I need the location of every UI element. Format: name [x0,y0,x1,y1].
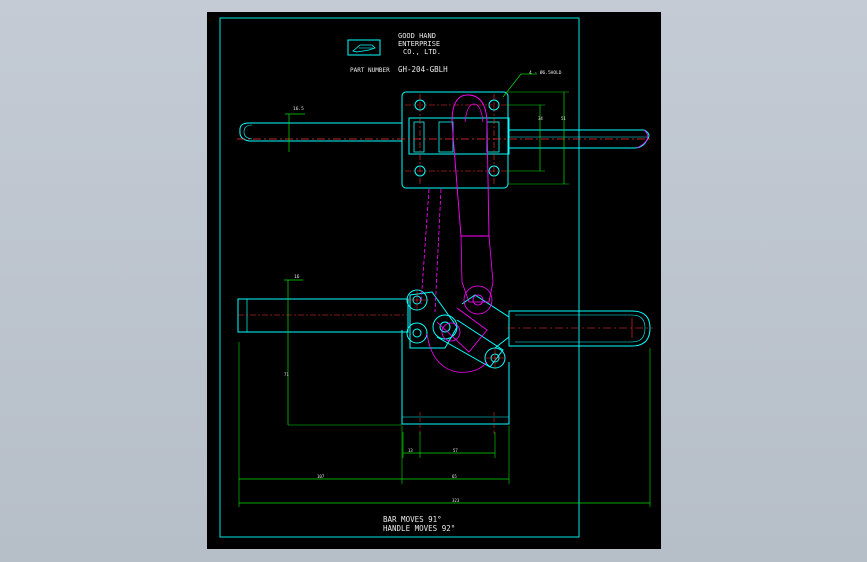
cad-viewport[interactable]: GOOD HAND ENTERPRISE CO., LTD. PART NUMB… [0,0,867,562]
part-number-label: PART NUMBER [350,67,390,74]
dim-hole-span: 57 [453,448,458,453]
part-number-value: GH-204-GBLH [398,65,448,74]
side-view [237,188,653,434]
mounting-holes [414,99,500,177]
dim-base-length: 65 [452,474,457,479]
company-logo [347,39,381,56]
clamp-drawing: GOOD HAND ENTERPRISE CO., LTD. PART NUMB… [219,17,653,538]
dim-overall-height: 71 [284,372,289,377]
drawing-sheet: GOOD HAND ENTERPRISE CO., LTD. PART NUMB… [207,12,661,549]
dim-mount-34: 34 [538,116,543,121]
dim-hole-gap: 13 [408,448,413,453]
dim-side-bar: 16 [294,274,300,280]
dim-mount-51: 51 [561,116,566,121]
note-bar-moves: BAR MOVES 91° [383,515,442,524]
dim-reach: 107 [317,474,325,479]
dim-overall-length: 323 [452,498,460,503]
company-name-line2: ENTERPRISE [398,40,440,48]
dim-top-bar: 16.5 [293,106,304,112]
company-name-line1: GOOD HAND [398,32,436,40]
drawing-frame [219,17,580,538]
note-handle-moves: HANDLE MOVES 92° [383,524,455,533]
top-view [237,91,653,237]
hole-callout: 4 - Ø6.5HOLD [529,69,562,76]
company-name-line3: CO., LTD. [403,48,441,56]
top-dimensions: 16.5 4 - Ø6.5HOLD 34 51 [285,69,569,185]
